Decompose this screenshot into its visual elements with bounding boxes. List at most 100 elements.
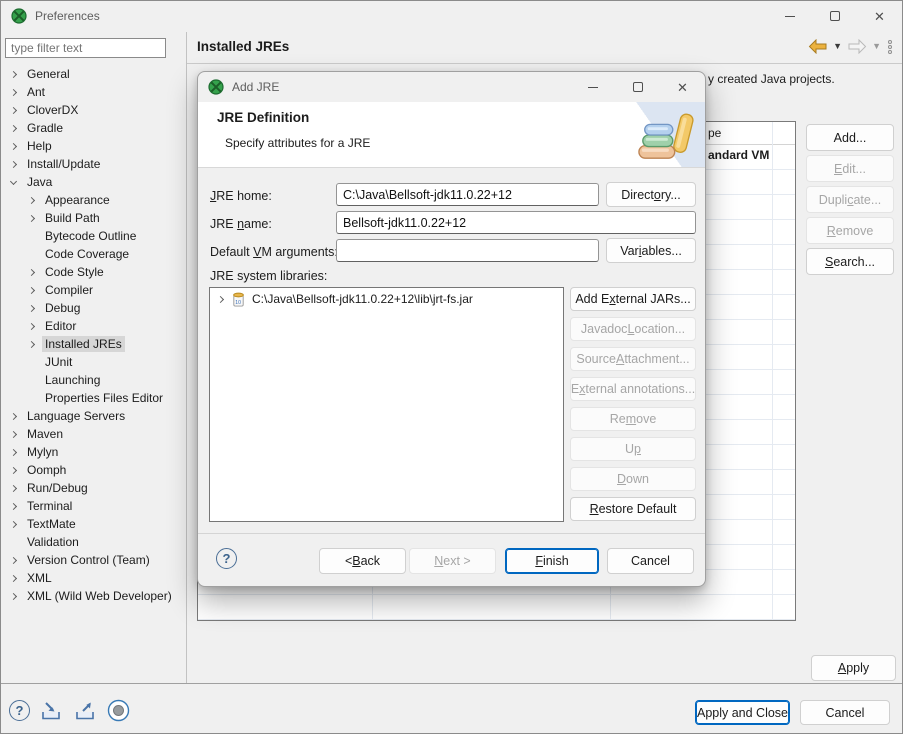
sidebar-item-help[interactable]: Help [1,137,185,155]
export-preferences-button[interactable] [73,700,98,722]
close-button[interactable]: ✕ [857,1,902,31]
sidebar-item-xml[interactable]: XML [1,569,185,587]
chevron-down-icon[interactable] [10,177,17,184]
chevron-right-icon[interactable] [10,124,17,131]
apply-and-close-button[interactable]: Apply and Close [695,700,790,725]
chevron-right-icon[interactable] [28,196,35,203]
chevron-right-icon[interactable] [10,70,17,77]
sidebar-item-maven[interactable]: Maven [1,425,185,443]
directory-button[interactable]: Directory... [606,182,696,207]
chevron-right-icon[interactable] [10,592,17,599]
view-menu-icon[interactable] [886,40,894,54]
sidebar-item-label: Properties Files Editor [42,390,166,406]
minimize-icon [785,16,795,17]
dialog-minimize-button[interactable] [570,72,615,102]
jre-name-input[interactable] [336,211,696,234]
sidebar-item-terminal[interactable]: Terminal [1,497,185,515]
sidebar-item-textmate[interactable]: TextMate [1,515,185,533]
chevron-collapsed-icon[interactable] [217,295,224,302]
record-preferences-button[interactable] [107,699,130,722]
wizard-buttons: < BackNext > Finish Cancel [319,548,694,574]
chevron-right-icon[interactable] [10,160,17,167]
back-button[interactable]: < Back [319,548,406,574]
chevron-right-icon[interactable] [10,430,17,437]
chevron-right-icon[interactable] [10,574,17,581]
sidebar-item-validation[interactable]: Validation [1,533,185,551]
table-row-standard-vm[interactable]: andard VM [708,148,769,162]
sidebar-item-debug[interactable]: Debug [1,299,185,317]
sidebar-item-installed-jres[interactable]: Installed JREs [1,335,185,353]
import-preferences-button[interactable] [39,700,64,722]
sidebar-item-junit[interactable]: JUnit [1,353,185,371]
filter-input[interactable] [5,38,166,58]
chevron-right-icon[interactable] [28,268,35,275]
preferences-window: Preferences ✕ GeneralAntCloverDXGradleHe… [0,0,903,734]
maximize-button[interactable] [812,1,857,31]
help-button[interactable]: ? [9,700,30,721]
apply-button[interactable]: Apply [811,655,896,681]
chevron-right-icon[interactable] [28,322,35,329]
sidebar-item-code-style[interactable]: Code Style [1,263,185,281]
restore-default-button[interactable]: Restore Default [570,497,696,521]
sidebar-item-language-servers[interactable]: Language Servers [1,407,185,425]
add-external-jars-button[interactable]: Add External JARs... [570,287,696,311]
default-vm-arguments-input[interactable] [336,239,599,262]
sidebar-item-general[interactable]: General [1,65,185,83]
table-column-header-type[interactable]: pe [708,126,721,140]
jre-home-input[interactable] [336,183,599,206]
sidebar-item-ant[interactable]: Ant [1,83,185,101]
sidebar-item-bytecode-outline[interactable]: Bytecode Outline [1,227,185,245]
chevron-right-icon[interactable] [28,304,35,311]
search-button[interactable]: Search... [806,248,894,275]
sidebar-item-code-coverage[interactable]: Code Coverage [1,245,185,263]
jar-file-icon: 10 [231,291,246,307]
chevron-right-icon[interactable] [10,484,17,491]
sidebar-item-editor[interactable]: Editor [1,317,185,335]
sidebar-item-install-update[interactable]: Install/Update [1,155,185,173]
chevron-right-icon[interactable] [28,340,35,347]
cancel-button[interactable]: Cancel [607,548,694,574]
footer-cancel-button[interactable]: Cancel [800,700,890,725]
sidebar-item-gradle[interactable]: Gradle [1,119,185,137]
remove-button: Remove [806,217,894,244]
forward-dropdown-icon[interactable]: ▼ [872,42,881,51]
sidebar-item-launching[interactable]: Launching [1,371,185,389]
sidebar-item-build-path[interactable]: Build Path [1,209,185,227]
chevron-right-icon[interactable] [10,106,17,113]
sidebar-item-mylyn[interactable]: Mylyn [1,443,185,461]
back-button[interactable] [808,39,828,54]
dialog-close-button[interactable]: ✕ [660,72,705,102]
sidebar-item-appearance[interactable]: Appearance [1,191,185,209]
chevron-right-icon[interactable] [10,466,17,473]
chevron-right-icon[interactable] [10,502,17,509]
sidebar-item-oomph[interactable]: Oomph [1,461,185,479]
sidebar-item-java[interactable]: Java [1,173,185,191]
chevron-right-icon[interactable] [10,520,17,527]
sidebar-item-compiler[interactable]: Compiler [1,281,185,299]
variables-button[interactable]: Variables... [606,238,696,263]
next-button: Next > [409,548,496,574]
sidebar-item-properties-files-editor[interactable]: Properties Files Editor [1,389,185,407]
add-button[interactable]: Add... [806,124,894,151]
forward-button [847,39,867,54]
minimize-button[interactable] [767,1,812,31]
dialog-title: Add JRE [232,80,279,94]
sidebar-item-label: Launching [42,372,103,388]
dialog-help-button[interactable]: ? [216,548,237,569]
chevron-right-icon[interactable] [28,214,35,221]
dialog-maximize-button[interactable] [615,72,660,102]
jre-libraries-list[interactable]: 10 C:\Java\Bellsoft-jdk11.0.22+12\lib\jr… [209,287,564,522]
sidebar-item-version-control-team[interactable]: Version Control (Team) [1,551,185,569]
chevron-right-icon[interactable] [10,88,17,95]
back-dropdown-icon[interactable]: ▼ [833,42,842,51]
chevron-right-icon[interactable] [10,556,17,563]
sidebar-item-cloverdx[interactable]: CloverDX [1,101,185,119]
chevron-right-icon[interactable] [28,286,35,293]
chevron-right-icon[interactable] [10,142,17,149]
sidebar-item-run-debug[interactable]: Run/Debug [1,479,185,497]
chevron-right-icon[interactable] [10,448,17,455]
chevron-right-icon[interactable] [10,412,17,419]
library-list-item[interactable]: 10 C:\Java\Bellsoft-jdk11.0.22+12\lib\jr… [210,288,563,307]
sidebar-item-xml-wild-web-developer[interactable]: XML (Wild Web Developer) [1,587,185,605]
finish-button[interactable]: Finish [505,548,599,574]
